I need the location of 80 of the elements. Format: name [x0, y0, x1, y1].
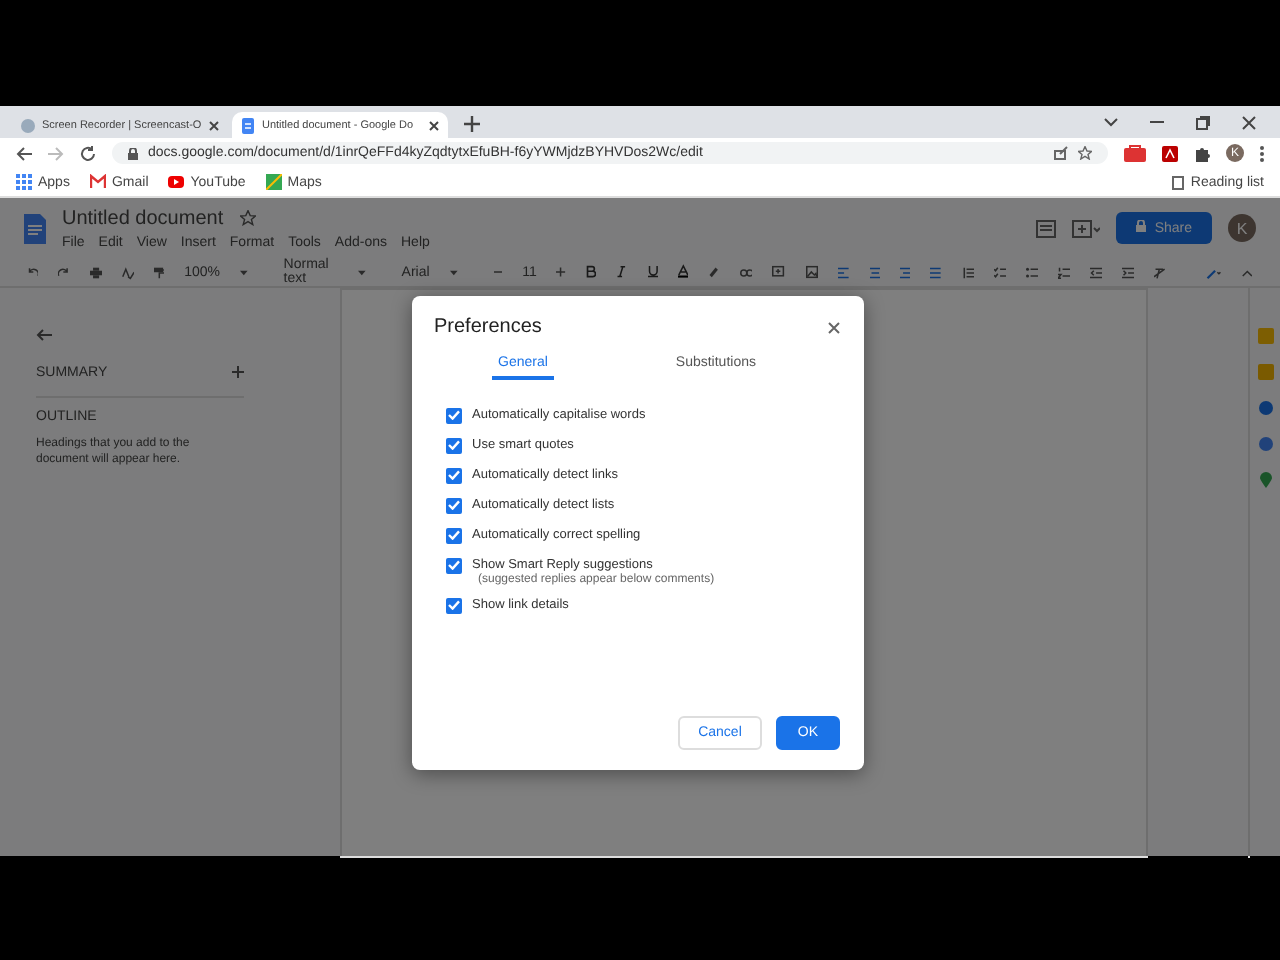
- increase-indent-icon[interactable]: [1121, 265, 1135, 279]
- share-icon[interactable]: [1054, 146, 1068, 160]
- pencil-icon[interactable]: [1206, 265, 1222, 279]
- list-icon: [1172, 175, 1185, 189]
- present-icon[interactable]: [1072, 219, 1101, 237]
- lock-icon: [128, 147, 138, 159]
- text-color-icon[interactable]: [677, 264, 689, 280]
- checkbox[interactable]: [446, 497, 462, 513]
- checkbox[interactable]: [446, 557, 462, 573]
- play-icon: [168, 174, 185, 190]
- comment-icon[interactable]: [1036, 219, 1057, 237]
- checkbox[interactable]: [446, 467, 462, 483]
- checkmark-icon: [448, 410, 460, 420]
- restore-icon[interactable]: [1196, 115, 1210, 129]
- back-arrow-icon[interactable]: [16, 145, 32, 161]
- lock-icon: [1136, 220, 1147, 232]
- redo-icon[interactable]: [58, 266, 70, 278]
- checkmark-icon: [448, 440, 460, 450]
- image-icon[interactable]: [806, 264, 819, 280]
- checkmark-icon: [448, 500, 460, 510]
- minus-icon[interactable]: [493, 270, 503, 274]
- close-icon[interactable]: [1242, 115, 1256, 129]
- puzzle-icon[interactable]: [1194, 145, 1210, 161]
- close-icon[interactable]: [828, 321, 840, 333]
- bulleted-list-icon[interactable]: [1025, 265, 1038, 279]
- minimize-icon[interactable]: [1150, 120, 1164, 124]
- link-icon[interactable]: [739, 267, 753, 277]
- checkbox[interactable]: [446, 527, 462, 543]
- plus-icon[interactable]: [556, 266, 566, 278]
- caret-down-icon: [240, 269, 248, 275]
- document-title[interactable]: Untitled document: [62, 207, 224, 229]
- checkmark-icon: [448, 560, 460, 570]
- profile-avatar[interactable]: K: [1228, 214, 1256, 242]
- align-left-icon[interactable]: [838, 265, 850, 279]
- plus-icon[interactable]: [464, 116, 480, 132]
- checkbox[interactable]: [446, 437, 462, 453]
- tasks-icon[interactable]: [1257, 400, 1273, 416]
- decrease-indent-icon[interactable]: [1089, 265, 1102, 279]
- chevron-down-icon[interactable]: [1104, 117, 1118, 127]
- map-icon: [265, 174, 282, 190]
- add-comment-icon[interactable]: [772, 264, 787, 280]
- line-spacing-icon[interactable]: [961, 265, 974, 279]
- reload-icon[interactable]: [80, 145, 96, 161]
- checkbox[interactable]: [446, 407, 462, 423]
- map-pin-icon[interactable]: [1259, 472, 1271, 488]
- forward-arrow-icon[interactable]: [48, 145, 64, 161]
- numbered-list-icon[interactable]: [1057, 265, 1070, 279]
- clear-formatting-icon[interactable]: [1154, 265, 1167, 279]
- checkmark-icon: [448, 470, 460, 480]
- checklist-icon[interactable]: [993, 265, 1006, 279]
- checkbox[interactable]: [446, 597, 462, 613]
- bold-icon[interactable]: [586, 264, 597, 280]
- contacts-icon[interactable]: [1257, 436, 1273, 452]
- align-center-icon[interactable]: [869, 265, 880, 279]
- underline-icon[interactable]: [647, 264, 658, 280]
- back-arrow-icon[interactable]: [36, 328, 52, 342]
- caret-down-icon: [357, 269, 366, 275]
- star-icon[interactable]: [1078, 146, 1092, 160]
- align-right-icon[interactable]: [899, 265, 911, 279]
- align-justify-icon[interactable]: [930, 265, 942, 279]
- star-icon[interactable]: [239, 210, 256, 226]
- document-icon[interactable]: [24, 213, 46, 243]
- close-icon[interactable]: [428, 119, 440, 131]
- checkmark-icon: [448, 530, 460, 540]
- paint-format-icon[interactable]: [153, 265, 165, 279]
- plus-icon[interactable]: [232, 366, 244, 378]
- apps-grid-icon: [16, 174, 32, 190]
- extension-badge-icon[interactable]: [1124, 144, 1146, 162]
- italic-icon[interactable]: [616, 264, 628, 280]
- checkmark-icon: [448, 600, 460, 610]
- chevron-up-icon[interactable]: [1241, 267, 1252, 277]
- mail-icon: [89, 174, 106, 190]
- printer-icon[interactable]: [89, 265, 102, 279]
- dialog-title: Preferences: [434, 316, 542, 338]
- close-icon[interactable]: [208, 119, 220, 131]
- pdf-icon[interactable]: [1162, 145, 1178, 161]
- document-icon: [240, 117, 256, 133]
- undo-icon[interactable]: [28, 266, 39, 278]
- caret-down-icon: [449, 269, 458, 275]
- highlighter-icon[interactable]: [708, 264, 720, 280]
